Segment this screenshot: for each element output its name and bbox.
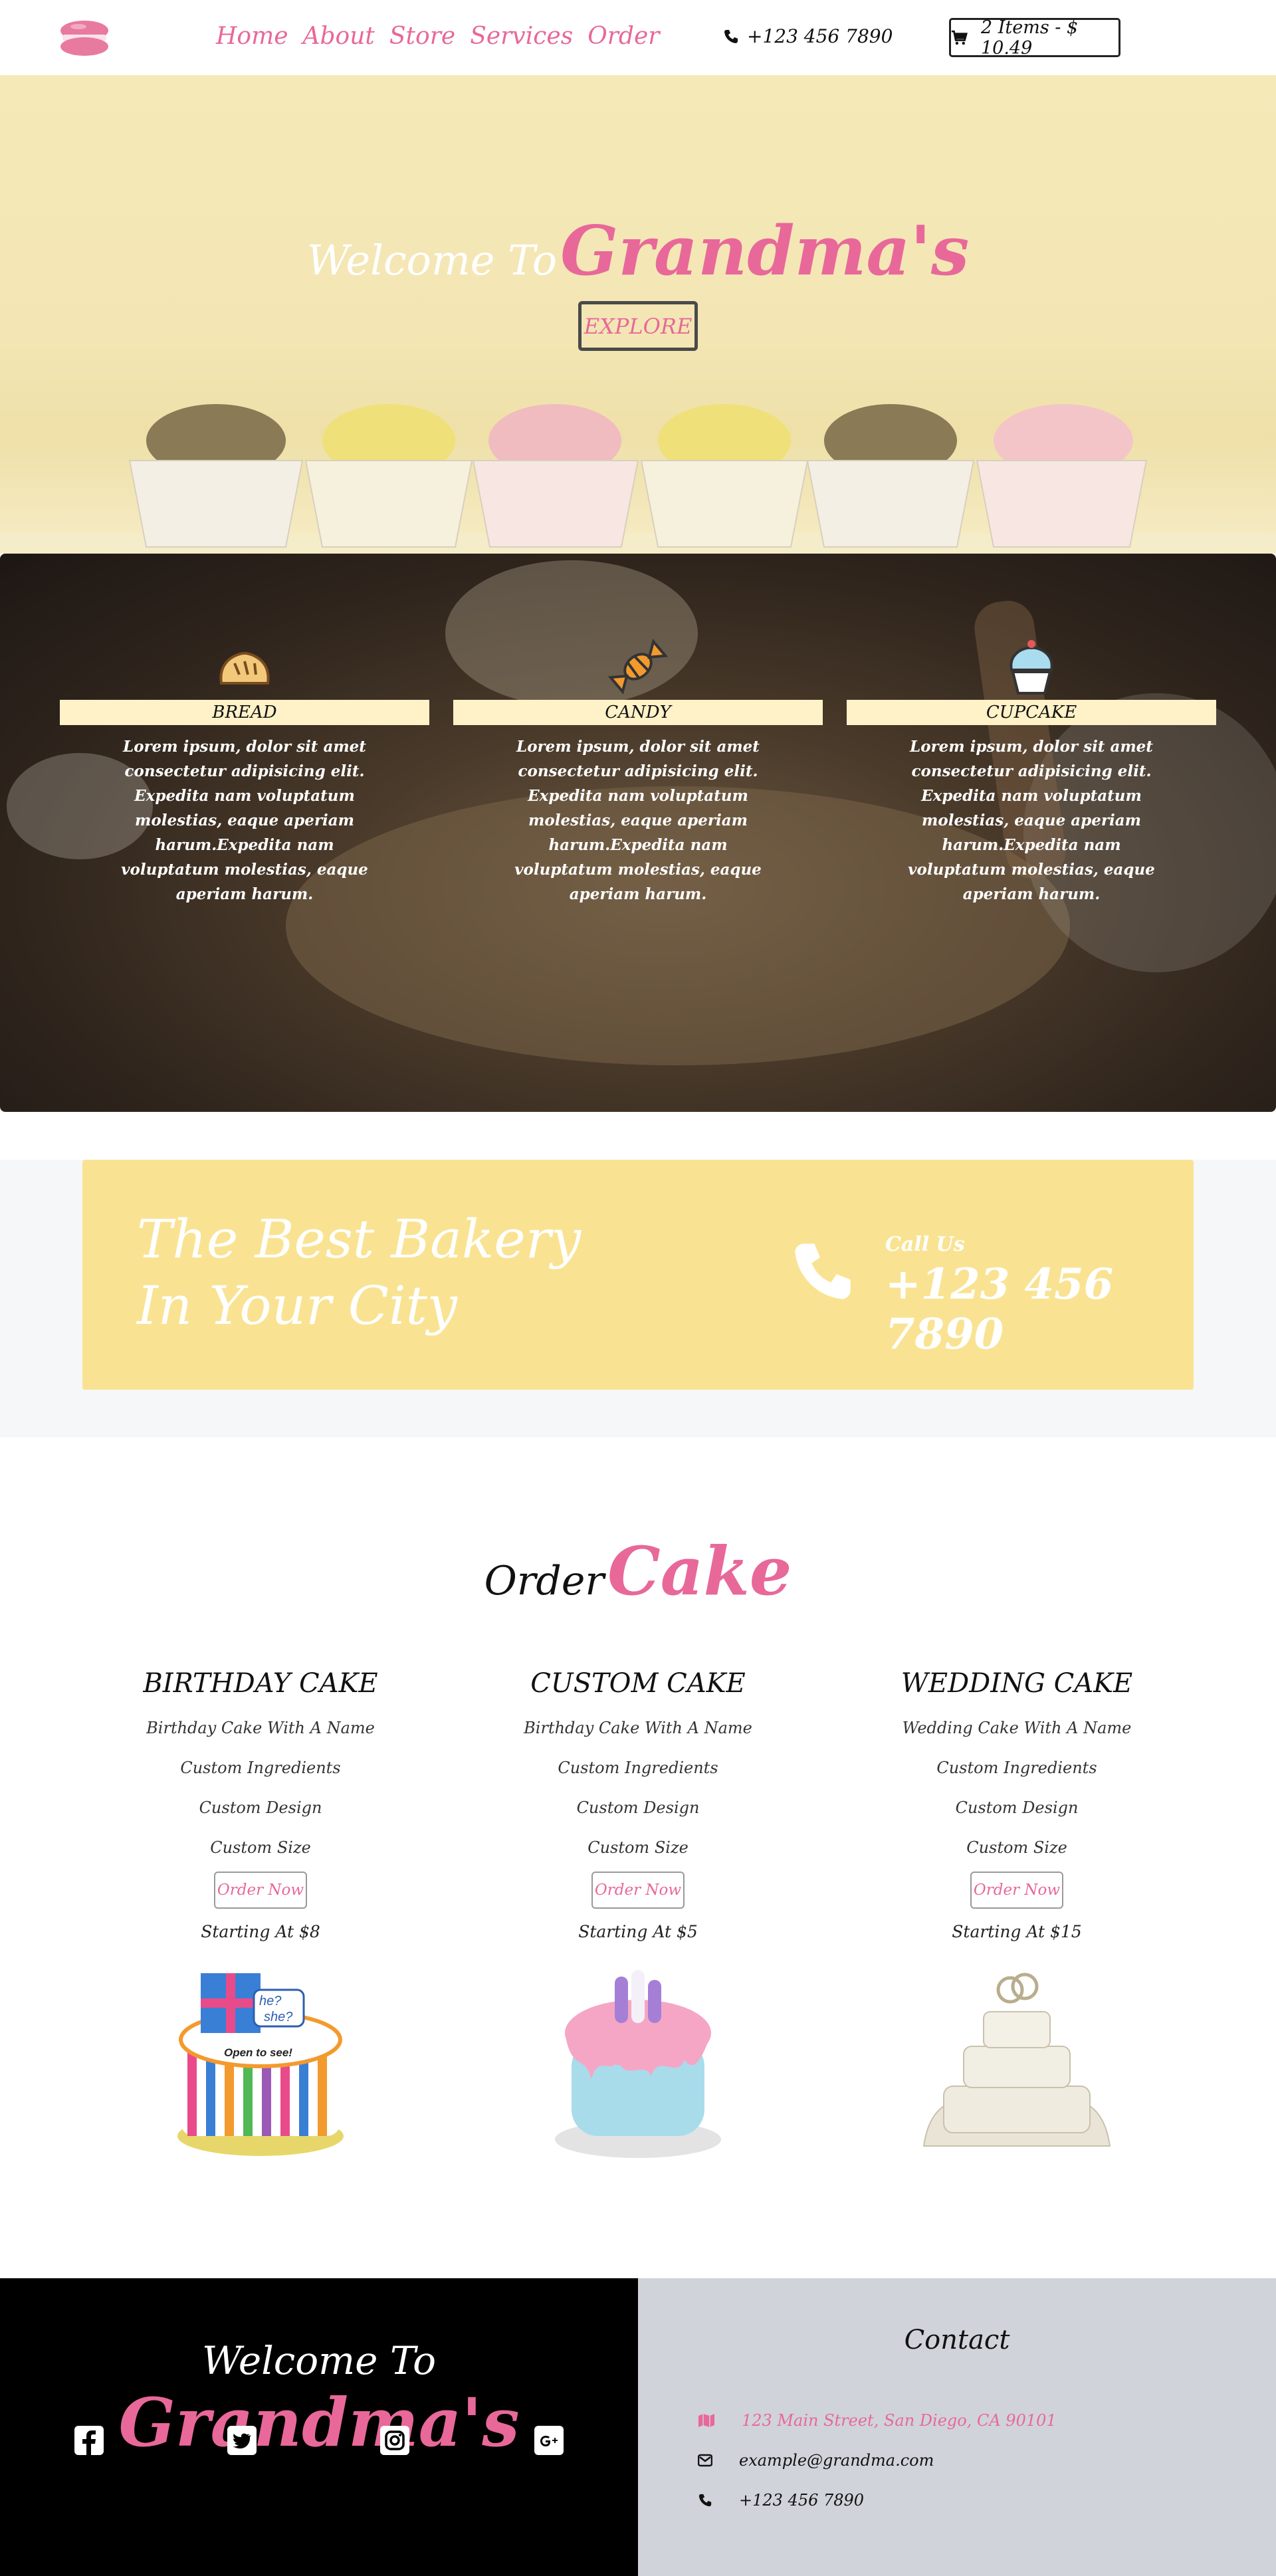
feature-bread: BREAD Lorem ipsum, dolor sit amet consec… [60,651,429,907]
contact-address: 123 Main Street, San Diego, CA 90101 [742,2411,1057,2430]
feature-candy-label: CANDY [453,700,823,725]
cake-feature: Custom Size [587,1838,689,1857]
cake-feature: Wedding Cake With A Name [902,1719,1132,1737]
contact-email: example@grandma.com [739,2451,934,2470]
best-bakery-banner: The Best Bakery In Your City Call Us +12… [82,1160,1194,1390]
hero-section: Welcome To Grandma's EXPLORE [0,75,1276,554]
nav-about-link[interactable]: About [303,23,375,50]
cake-price: Starting At $8 [201,1922,320,1941]
facebook-icon[interactable] [74,2426,104,2455]
feature-cupcake: CUPCAKE Lorem ipsum, dolor sit amet cons… [847,640,1216,907]
birthday-cake-image: he? she? Open to see! [177,1973,344,2156]
cake-price: Starting At $5 [578,1922,698,1941]
hero-cupcakes-image [0,404,1276,554]
footer-welcome-text: Welcome To [201,2338,437,2383]
cupcake-pink [472,404,639,548]
phone-icon [724,29,738,43]
cake-card-custom: CUSTOM CAKE Birthday Cake With A Name Cu… [485,1668,791,2162]
macaron-logo-icon[interactable] [58,19,110,57]
cart-button[interactable]: 2 Items - $ 10.49 [949,17,1120,58]
cake-banner-text: Open to see! [224,2046,292,2059]
contact-address-row[interactable]: 123 Main Street, San Diego, CA 90101 [698,2411,1057,2430]
explore-button[interactable]: EXPLORE [578,301,698,351]
nav-services-link[interactable]: Services [470,23,573,50]
cake-title-word: Cake [607,1532,792,1610]
cake-feature: Custom Ingredients [558,1759,718,1777]
cake-feature: Birthday Cake With A Name [146,1719,375,1737]
cake-feature: Custom Design [955,1798,1079,1817]
cake-feature: Custom Design [199,1798,322,1817]
cake-feature: Birthday Cake With A Name [524,1719,752,1737]
envelope-icon [698,2454,712,2467]
nav-order-link[interactable]: Order [587,23,659,50]
hero-heading: Welcome To Grandma's [0,211,1276,291]
feature-bread-text: Lorem ipsum, dolor sit amet consectetur … [121,738,368,903]
nav-phone-number: +123 456 7890 [747,25,893,47]
nav-links: Home About Store Services Order [216,23,659,50]
cake-topper-text: she? [264,2010,293,2024]
cupcake-icon [998,633,1065,700]
nav-phone[interactable]: +123 456 7890 [723,25,893,47]
cake-feature: Custom Ingredients [180,1759,341,1777]
contact-phone: +123 456 7890 [739,2491,865,2510]
cake-card-birthday: BIRTHDAY CAKE Birthday Cake With A Name … [108,1668,413,2162]
top-navbar: Home About Store Services Order +123 456… [0,0,1276,75]
nav-home-link[interactable]: Home [216,23,288,50]
feature-bread-label: BREAD [60,700,429,725]
call-us-phone[interactable]: +123 456 7890 [885,1259,1194,1359]
order-title-word: Order [484,1558,605,1604]
cupcake-yellow [304,404,473,548]
feature-cupcake-text: Lorem ipsum, dolor sit amet consectetur … [908,738,1155,903]
cake-feature: Custom Size [966,1838,1067,1857]
hero-welcome-text: Welcome To [306,236,558,284]
feature-candy: CANDY Lorem ipsum, dolor sit amet consec… [453,639,823,907]
cake-name: BIRTHDAY CAKE [143,1668,378,1699]
bread-icon [211,633,278,700]
cupcake-chocolate-2 [806,404,975,548]
order-cake-heading: Order Cake [0,1532,1276,1610]
best-bakery-title: The Best Bakery In Your City [137,1208,582,1337]
nav-store-link[interactable]: Store [389,23,455,50]
map-icon [698,2414,714,2427]
cart-summary: 2 Items - $ 10.49 [980,17,1079,58]
hero-brand-text: Grandma's [560,211,970,291]
phone-icon [698,2494,712,2507]
best-bakery-section: The Best Bakery In Your City Call Us +12… [0,1160,1276,1438]
twitter-icon[interactable] [227,2426,257,2455]
feature-candy-text: Lorem ipsum, dolor sit amet consectetur … [514,738,762,903]
contact-phone-row[interactable]: +123 456 7890 [698,2491,864,2510]
order-now-button[interactable]: Order Now [591,1872,685,1909]
custom-cake-image [555,1970,721,2158]
phone-icon [790,1238,856,1307]
cake-name: WEDDING CAKE [901,1668,1133,1699]
contact-heading: Contact [904,2325,1010,2355]
footer-brand: Welcome To Grandma's [0,2278,638,2576]
cake-name: CUSTOM CAKE [530,1668,746,1699]
instagram-icon[interactable] [380,2426,409,2455]
cake-price: Starting At $15 [952,1922,1082,1941]
cake-feature: Custom Design [576,1798,700,1817]
cupcake-pink-2 [976,404,1148,548]
cupcake-yellow-2 [640,404,809,548]
order-now-button[interactable]: Order Now [970,1872,1063,1909]
cake-card-wedding: WEDDING CAKE Wedding Cake With A Name Cu… [864,1668,1170,2169]
footer-brand-text: Grandma's [118,2383,520,2462]
order-now-button[interactable]: Order Now [214,1872,307,1909]
contact-email-row[interactable]: example@grandma.com [698,2451,934,2470]
footer-contact: Contact 123 Main Street, San Diego, CA 9… [638,2278,1276,2576]
google-plus-icon[interactable] [534,2426,564,2455]
cupcake-chocolate [128,404,304,548]
feature-cupcake-label: CUPCAKE [847,700,1216,725]
wedding-cake-image [922,1973,1111,2147]
cake-feature: Custom Ingredients [936,1759,1097,1777]
candy-icon [605,633,671,700]
call-us-label: Call Us [885,1233,965,1256]
cake-feature: Custom Size [210,1838,311,1857]
cake-topper-text: he? [259,1994,282,2008]
features-section: BREAD Lorem ipsum, dolor sit amet consec… [0,554,1276,1112]
shopping-cart-icon [951,30,968,45]
